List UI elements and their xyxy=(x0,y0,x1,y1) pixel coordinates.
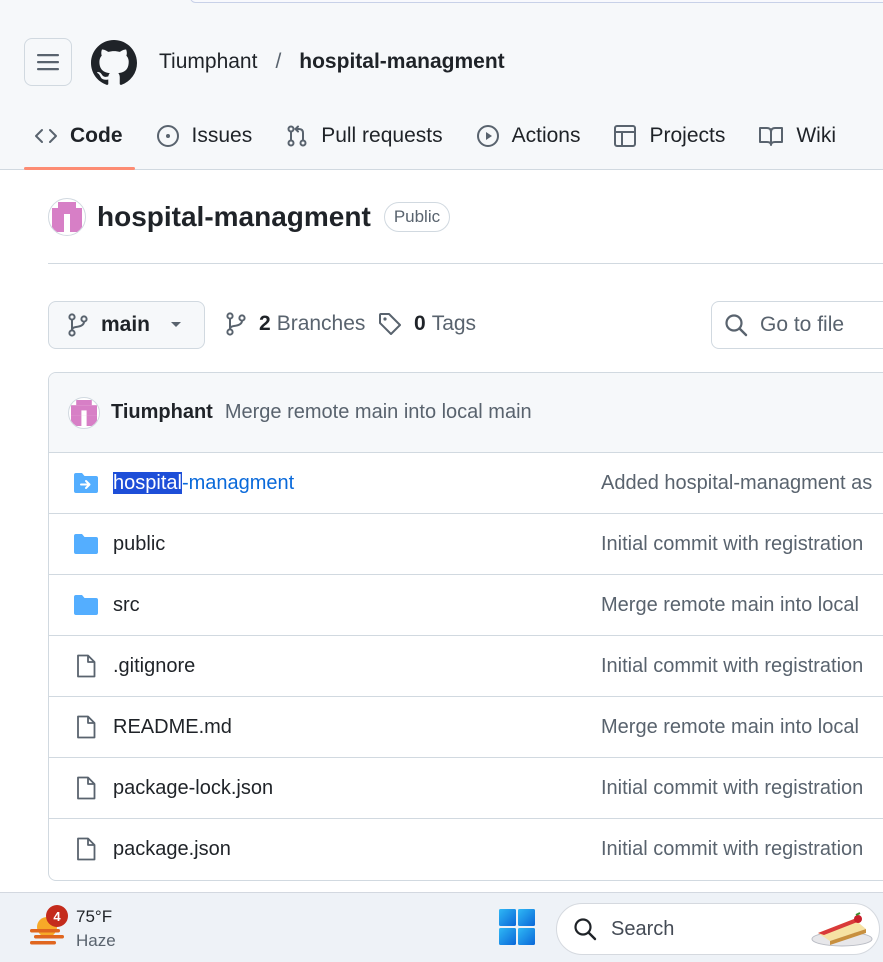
weather-temperature: 75°F xyxy=(76,907,113,926)
tag-icon xyxy=(379,313,401,335)
file-table: Tiumphant Merge remote main into local m… xyxy=(48,372,883,881)
file-name-link[interactable]: README.md xyxy=(113,716,232,739)
header-divider xyxy=(48,263,883,264)
branches-label: Branches xyxy=(276,312,366,335)
folder-icon xyxy=(73,531,99,557)
search-icon xyxy=(725,314,748,337)
git-branch-icon xyxy=(68,313,88,337)
file-row[interactable]: hospital-managment Added hospital-managm… xyxy=(49,453,883,514)
file-commit-message[interactable]: Added hospital-managment as xyxy=(601,472,872,495)
file-name-link[interactable]: package.json xyxy=(113,838,231,861)
tab-actions-label: Actions xyxy=(511,124,581,147)
repo-title[interactable]: hospital-managment xyxy=(97,201,371,233)
file-icon xyxy=(73,714,99,740)
folder-icon xyxy=(73,592,99,618)
file-name-link[interactable]: package-lock.json xyxy=(113,777,273,800)
tab-pull-requests-label: Pull requests xyxy=(321,124,443,147)
github-logo-icon[interactable] xyxy=(91,40,137,86)
git-pull-request-icon xyxy=(287,125,307,147)
file-row[interactable]: .gitignore Initial commit with registrat… xyxy=(49,636,883,697)
search-icon xyxy=(574,918,597,941)
code-icon xyxy=(35,129,57,143)
browser-top-strip xyxy=(0,0,883,12)
table-icon xyxy=(614,125,637,147)
visibility-badge: Public xyxy=(383,202,451,232)
file-row[interactable]: src Merge remote main into local xyxy=(49,575,883,636)
file-commit-message[interactable]: Initial commit with registration xyxy=(601,533,863,556)
go-to-file-placeholder: Go to file xyxy=(760,313,845,336)
triangle-down-icon xyxy=(171,322,182,327)
file-commit-message[interactable]: Merge remote main into local xyxy=(601,716,859,739)
file-submodule-icon xyxy=(73,470,99,496)
tab-projects-label: Projects xyxy=(649,124,726,147)
commit-author-avatar[interactable] xyxy=(68,396,100,429)
cheesecake-search-highlight-icon xyxy=(811,912,873,947)
file-row[interactable]: README.md Merge remote main into local xyxy=(49,697,883,758)
commit-message-link[interactable]: Merge remote main into local main xyxy=(225,401,532,424)
branch-select-button[interactable]: main xyxy=(48,301,205,349)
file-row[interactable]: public Initial commit with registration xyxy=(49,514,883,575)
file-icon xyxy=(73,836,99,862)
file-commit-message[interactable]: Initial commit with registration xyxy=(601,655,863,678)
selected-text: hospital xyxy=(113,471,182,494)
weather-condition: Haze xyxy=(76,931,116,950)
windows-start-icon[interactable] xyxy=(499,909,535,945)
file-commit-message[interactable]: Initial commit with registration xyxy=(601,777,863,800)
repo-heading: hospital-managment Public xyxy=(48,198,451,236)
file-name-link[interactable]: .gitignore xyxy=(113,655,195,678)
file-icon xyxy=(73,775,99,801)
breadcrumb-repo-link[interactable]: hospital-managment xyxy=(299,50,504,74)
browser-address-bar-edge xyxy=(190,0,883,3)
breadcrumb-separator: / xyxy=(275,50,282,73)
identicon-icon xyxy=(52,202,82,232)
hamburger-menu-button[interactable] xyxy=(24,38,72,86)
repo-tabs: Code Issues Pull requests Actions Projec… xyxy=(24,102,857,170)
file-row[interactable]: package.json Initial commit with registr… xyxy=(49,819,883,880)
github-header: Tiumphant / hospital-managment Code Issu… xyxy=(0,12,883,170)
file-commit-message[interactable]: Initial commit with registration xyxy=(601,838,863,861)
file-name-rest: -managment xyxy=(181,471,295,494)
tab-code-label: Code xyxy=(70,124,123,147)
file-name-link[interactable]: hospital-managment xyxy=(113,471,295,495)
tab-pull-requests[interactable]: Pull requests xyxy=(273,102,454,170)
tags-label: Tags xyxy=(431,312,477,335)
file-commit-message[interactable]: Merge remote main into local xyxy=(601,594,859,617)
weather-widget[interactable]: 4 75°F Haze xyxy=(28,905,128,953)
go-to-file-input[interactable]: Go to file xyxy=(711,301,883,349)
issue-opened-icon xyxy=(156,125,179,147)
tags-count: 0 xyxy=(414,312,426,335)
breadcrumb-owner-link[interactable]: Tiumphant xyxy=(159,50,257,74)
tab-issues[interactable]: Issues xyxy=(144,102,265,170)
tab-wiki-label: Wiki xyxy=(796,124,836,147)
tab-projects[interactable]: Projects xyxy=(601,102,737,170)
owner-avatar[interactable] xyxy=(48,198,86,236)
notification-badge: 4 xyxy=(46,905,68,927)
tab-wiki[interactable]: Wiki xyxy=(746,102,848,170)
latest-commit-bar: Tiumphant Merge remote main into local m… xyxy=(49,373,883,453)
commit-author-link[interactable]: Tiumphant xyxy=(111,401,213,424)
tags-link[interactable]: 0 Tags xyxy=(378,312,476,336)
tab-code[interactable]: Code xyxy=(24,102,135,170)
book-icon xyxy=(759,127,784,146)
identicon-icon xyxy=(71,399,97,426)
file-name-link[interactable]: src xyxy=(113,594,140,617)
hamburger-icon xyxy=(37,54,59,71)
breadcrumb: Tiumphant / hospital-managment xyxy=(159,50,505,74)
branches-link[interactable]: 2 Branches xyxy=(225,312,365,336)
file-name-link[interactable]: public xyxy=(113,533,165,556)
tab-actions[interactable]: Actions xyxy=(464,102,593,170)
windows-taskbar: 4 75°F Haze Search xyxy=(0,892,883,962)
tab-issues-label: Issues xyxy=(191,124,253,147)
play-icon xyxy=(476,125,499,147)
file-row[interactable]: package-lock.json Initial commit with re… xyxy=(49,758,883,819)
git-branch-icon xyxy=(226,312,246,336)
branch-name: main xyxy=(101,313,151,336)
branches-count: 2 xyxy=(259,312,271,335)
file-icon xyxy=(73,653,99,679)
taskbar-search-label: Search xyxy=(611,917,675,940)
